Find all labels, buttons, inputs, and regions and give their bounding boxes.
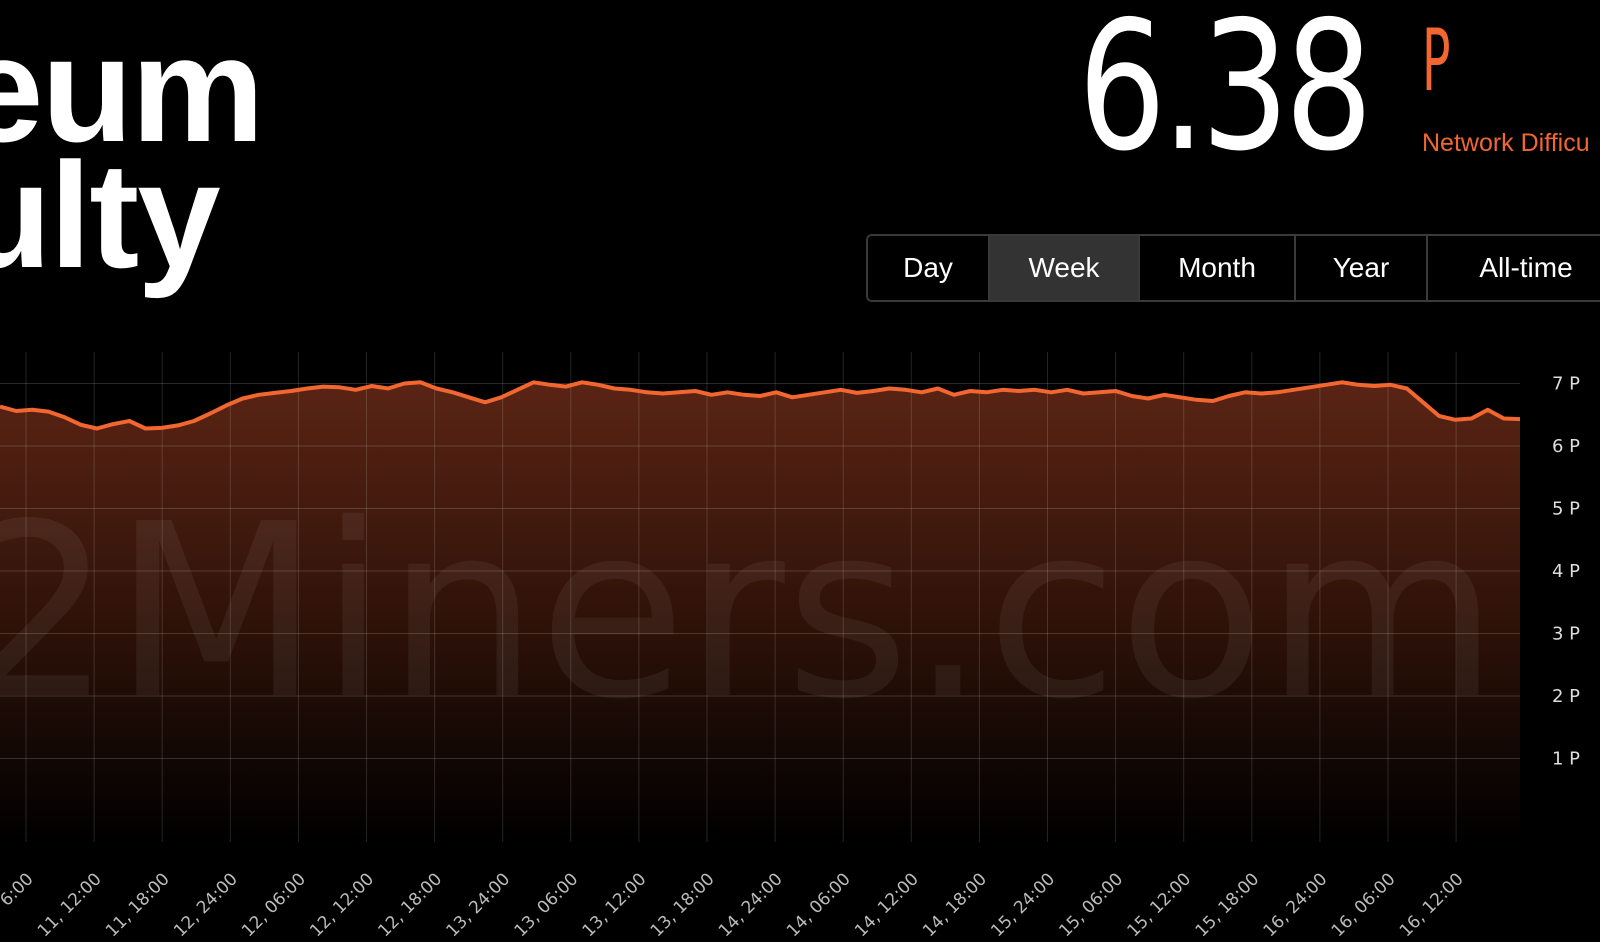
x-tick-label: 13, 18:00 <box>647 869 719 941</box>
x-tick-label: 15, 06:00 <box>1055 869 1127 941</box>
tab-month[interactable]: Month <box>1140 236 1296 300</box>
x-tick-label: 12, 18:00 <box>374 869 446 941</box>
period-selector: Day Week Month Year All-time <box>866 234 1600 302</box>
x-tick-label: 14, 06:00 <box>783 869 855 941</box>
x-tick-label: 14, 24:00 <box>715 869 787 941</box>
y-tick-label: 4 P <box>1552 561 1580 582</box>
y-tick-label: 5 P <box>1552 499 1580 520</box>
y-tick-label: 2 P <box>1552 686 1580 707</box>
tab-year[interactable]: Year <box>1296 236 1428 300</box>
x-tick-label: 14, 12:00 <box>851 869 923 941</box>
current-difficulty-unit: P <box>1422 11 1451 111</box>
x-tick-label: 11, 18:00 <box>102 869 174 941</box>
y-tick-label: 1 P <box>1552 749 1580 770</box>
tab-all-time[interactable]: All-time <box>1428 236 1600 300</box>
difficulty-chart: 2Miners.com 1 P2 P3 P4 P5 P6 P7 P 6:0011… <box>0 352 1580 941</box>
x-tick-label: 11, 12:00 <box>34 869 106 941</box>
y-tick-label: 7 P <box>1552 374 1580 395</box>
x-tick-label: 16, 12:00 <box>1396 869 1468 941</box>
page-title-line-2: ulty <box>0 131 221 299</box>
x-tick-label: 13, 24:00 <box>443 869 515 941</box>
watermark-text: 2Miners.com <box>0 472 1499 752</box>
x-tick-label: 15, 18:00 <box>1192 869 1264 941</box>
x-tick-label: 12, 12:00 <box>306 869 378 941</box>
x-tick-label: 14, 18:00 <box>919 869 991 941</box>
x-tick-label: 12, 06:00 <box>238 869 310 941</box>
y-tick-label: 3 P <box>1552 624 1580 645</box>
x-tick-label: 15, 24:00 <box>987 869 1059 941</box>
x-axis-ticks: 6:0011, 12:0011, 18:0012, 24:0012, 06:00… <box>0 869 1468 941</box>
x-tick-label: 13, 06:00 <box>511 869 583 941</box>
page: eum ulty 6.38 P Network Difficu Day Week… <box>0 0 1600 942</box>
network-difficulty-label: Network Difficu <box>1422 129 1590 157</box>
y-tick-label: 6 P <box>1552 436 1580 457</box>
tab-day[interactable]: Day <box>868 236 990 300</box>
x-tick-label: 16, 24:00 <box>1260 869 1332 941</box>
x-tick-label: 6:00 <box>0 869 38 910</box>
x-tick-label: 16, 06:00 <box>1328 869 1400 941</box>
y-axis-ticks: 1 P 2 P 3 P 4 P 5 P 6 P 7 P <box>1552 374 1580 770</box>
x-tick-label: 13, 12:00 <box>579 869 651 941</box>
tab-week[interactable]: Week <box>990 236 1140 300</box>
x-tick-label: 12, 24:00 <box>170 869 242 941</box>
current-difficulty-value: 6.38 <box>1077 0 1373 190</box>
x-tick-label: 15, 12:00 <box>1124 869 1196 941</box>
